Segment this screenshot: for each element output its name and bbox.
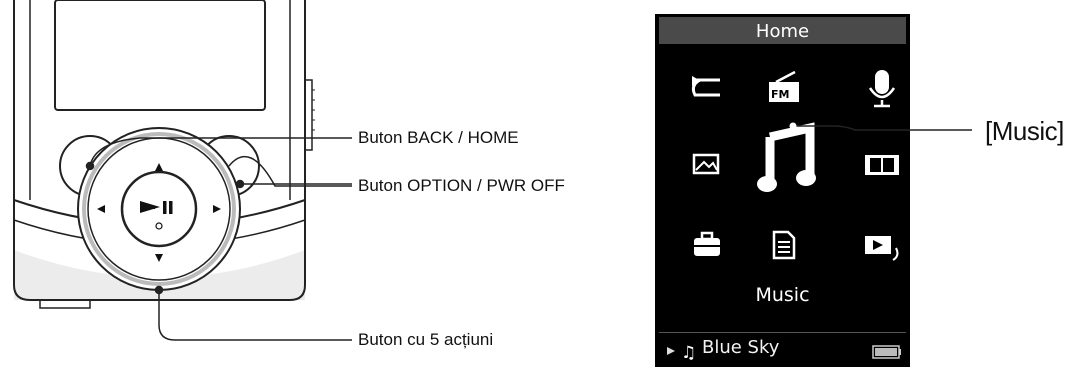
selected-item-label: Music (755, 284, 810, 306)
screen-title: Home (755, 21, 810, 42)
note-glyph-icon: ♫ (681, 343, 696, 363)
back-home-callout: Buton BACK / HOME (358, 128, 519, 147)
svg-text:FM: FM (771, 88, 789, 101)
player-screen: FM ♫ (655, 14, 910, 367)
diagram: FM ♫ Buton BACK / HOME Buton OPTION / PW… (0, 0, 1074, 367)
option-pwr-callout: Buton OPTION / PWR OFF (358, 176, 565, 195)
now-playing-track: Blue Sky (702, 337, 780, 358)
five-way-callout: Buton cu 5 acțiuni (358, 330, 494, 349)
music-callout: [Music] (985, 116, 1064, 146)
play-pause-button[interactable] (120, 170, 198, 248)
film-icon (865, 155, 899, 175)
